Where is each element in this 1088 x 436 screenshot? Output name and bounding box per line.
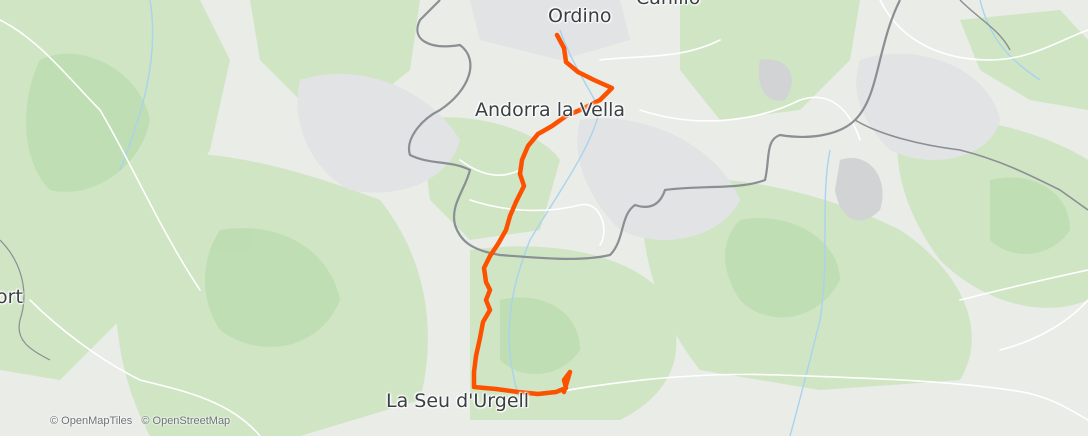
attribution-openmaptiles[interactable]: © OpenMapTiles: [50, 415, 132, 427]
place-label-ordino: Ordino: [548, 5, 612, 27]
place-label-andorra-la-vella: Andorra la Vella: [475, 99, 626, 121]
place-label-sort: Sort: [0, 286, 23, 308]
place-label-canillo: Canillo: [636, 0, 700, 9]
attribution-openstreetmap[interactable]: © OpenStreetMap: [141, 415, 230, 427]
map-view[interactable]: Canillo Ordino Andorra la Vella Sort La …: [0, 0, 1088, 436]
map-attribution: © OpenMapTiles © OpenStreetMap: [50, 415, 236, 427]
map-canvas: [0, 0, 1088, 436]
place-label-la-seu-d-urgell: La Seu d'Urgell: [386, 390, 530, 412]
